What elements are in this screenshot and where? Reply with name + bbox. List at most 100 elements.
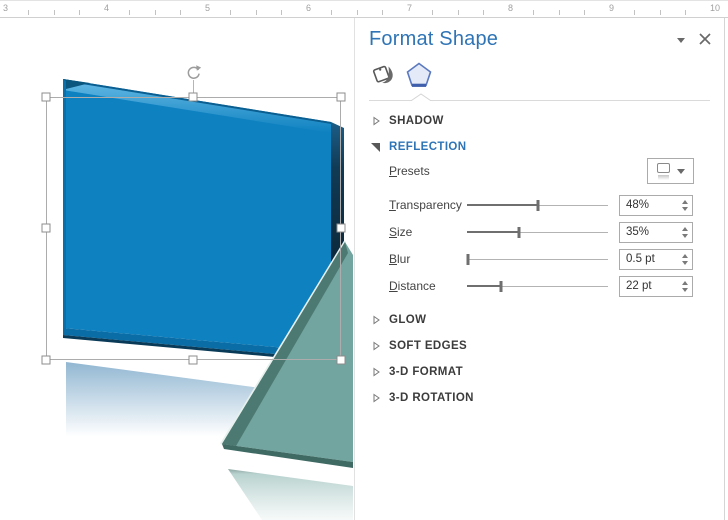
slide-canvas[interactable] xyxy=(0,18,353,520)
spinner-value[interactable]: 0.5 pt xyxy=(620,250,678,269)
ruler-tick xyxy=(381,10,383,15)
ruler-number: 8 xyxy=(508,3,514,13)
spin-down-button[interactable] xyxy=(682,288,688,292)
pane-title: Format Shape xyxy=(369,28,499,50)
presets-dropdown-button[interactable] xyxy=(647,158,694,184)
expander-collapsed-icon xyxy=(373,367,380,377)
ruler-tick xyxy=(583,10,585,15)
close-pane-button[interactable] xyxy=(696,30,714,48)
spin-up-button[interactable] xyxy=(682,200,688,204)
slider-track[interactable] xyxy=(467,259,608,260)
close-icon xyxy=(699,33,711,45)
ruler-tick xyxy=(659,10,661,15)
slider-fill xyxy=(467,285,501,287)
ruler-tick xyxy=(558,10,560,15)
selection-handle-w[interactable] xyxy=(41,223,51,233)
size-slider[interactable] xyxy=(467,222,608,243)
blur-label: Blur xyxy=(389,252,411,266)
ruler-tick xyxy=(432,10,434,15)
selection-box xyxy=(46,97,341,360)
section-shadow[interactable]: SHADOW xyxy=(355,112,724,130)
slider-thumb[interactable] xyxy=(499,281,503,292)
paint-bucket-icon xyxy=(372,65,393,84)
ruler-tick xyxy=(280,10,282,15)
spinner-value[interactable]: 22 pt xyxy=(620,277,678,296)
ruler-tick xyxy=(634,10,636,15)
expander-collapsed-icon xyxy=(373,393,380,403)
selection-handle-sw[interactable] xyxy=(41,355,51,365)
expander-collapsed-icon xyxy=(373,341,380,351)
ruler-number: 4 xyxy=(104,3,110,13)
section-soft-edges[interactable]: SOFT EDGES xyxy=(355,337,724,355)
selection-handle-nw[interactable] xyxy=(41,92,51,102)
ruler-number: 6 xyxy=(306,3,312,13)
spin-up-button[interactable] xyxy=(682,227,688,231)
ruler-tick xyxy=(457,10,459,15)
ruler-tick xyxy=(356,10,358,15)
format-shape-panel: Format Shape SHADOW REFLECTION Presets T… xyxy=(354,18,725,520)
ruler-tick xyxy=(482,10,484,15)
tab-effects[interactable] xyxy=(402,58,436,92)
chevron-down-icon xyxy=(677,38,685,43)
selection-handle-ne[interactable] xyxy=(336,92,346,102)
distance-row: Distance 22 pt xyxy=(355,276,724,297)
ruler-tick xyxy=(533,10,535,15)
ruler-tick xyxy=(78,10,80,15)
tab-fill-and-line[interactable] xyxy=(367,58,401,92)
presets-label: Presets xyxy=(389,164,430,178)
selection-handle-e[interactable] xyxy=(336,223,346,233)
ruler-number: 3 xyxy=(3,3,9,13)
section-label: REFLECTION xyxy=(389,141,467,153)
spinner-value[interactable]: 48% xyxy=(620,196,678,215)
ruler-tick xyxy=(255,10,257,15)
section-label: 3-D FORMAT xyxy=(389,366,464,378)
slider-thumb[interactable] xyxy=(517,227,521,238)
selection-handle-s[interactable] xyxy=(188,355,198,365)
spin-up-button[interactable] xyxy=(682,254,688,258)
selection-handle-se[interactable] xyxy=(336,355,346,365)
chevron-down-icon xyxy=(676,168,685,174)
section-label: GLOW xyxy=(389,314,427,326)
blur-row: Blur 0.5 pt xyxy=(355,249,724,270)
spinner-value[interactable]: 35% xyxy=(620,223,678,242)
ruler-tick xyxy=(179,10,181,15)
ruler-number: 7 xyxy=(407,3,413,13)
section-reflection[interactable]: REFLECTION xyxy=(355,138,724,156)
rotation-handle-icon[interactable] xyxy=(185,64,202,81)
transparency-spinner: 48% xyxy=(619,195,693,216)
section-glow[interactable]: GLOW xyxy=(355,311,724,329)
section-label: SHADOW xyxy=(389,115,444,127)
ruler-tick xyxy=(28,10,30,15)
spin-down-button[interactable] xyxy=(682,207,688,211)
selection-handle-n[interactable] xyxy=(188,92,198,102)
distance-spinner: 22 pt xyxy=(619,276,693,297)
ruler-tick xyxy=(230,10,232,15)
section-3d-format[interactable]: 3-D FORMAT xyxy=(355,363,724,381)
slider-thumb[interactable] xyxy=(536,200,539,211)
transparency-slider[interactable] xyxy=(467,195,608,216)
transparency-label: Transparency xyxy=(389,198,462,212)
pane-options-button[interactable] xyxy=(673,34,689,48)
ruler-tick xyxy=(53,10,55,15)
blur-slider[interactable] xyxy=(466,249,608,270)
expander-expanded-icon xyxy=(371,143,380,152)
distance-slider[interactable] xyxy=(467,276,608,297)
slider-fill xyxy=(467,204,538,206)
section-label: 3-D ROTATION xyxy=(389,392,474,404)
ruler-number: 10 xyxy=(710,3,721,13)
selected-tab-notch xyxy=(409,93,433,102)
reflection-preset-icon xyxy=(656,162,670,180)
spin-down-button[interactable] xyxy=(682,234,688,238)
spin-down-button[interactable] xyxy=(682,261,688,265)
section-label: SOFT EDGES xyxy=(389,340,468,352)
teal-shape-reflection xyxy=(228,469,353,520)
slider-thumb[interactable] xyxy=(466,254,470,265)
size-row: Size 35% xyxy=(355,222,724,243)
size-spinner: 35% xyxy=(619,222,693,243)
blur-spinner: 0.5 pt xyxy=(619,249,693,270)
slider-fill xyxy=(467,231,520,233)
spin-up-button[interactable] xyxy=(682,281,688,285)
pentagon-effects-icon xyxy=(406,62,432,87)
section-3d-rotation[interactable]: 3-D ROTATION xyxy=(355,389,724,407)
distance-label: Distance xyxy=(389,279,436,293)
